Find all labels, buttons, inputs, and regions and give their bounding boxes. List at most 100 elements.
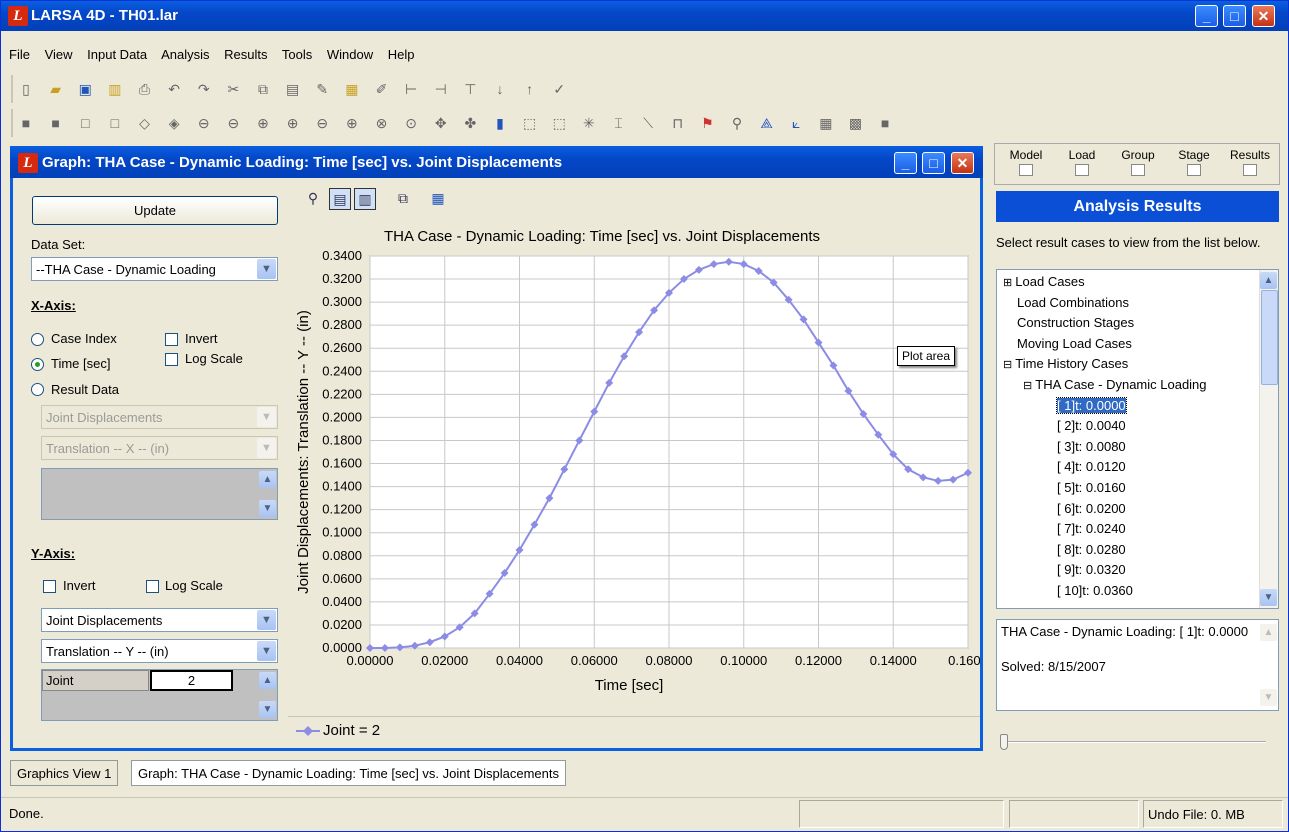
tree-item[interactable]: [ 2]t: 0.0040 (1057, 418, 1126, 433)
solid-view-2-icon[interactable]: ■ (46, 113, 66, 133)
expand-icon[interactable]: ⊞ (1003, 277, 1015, 289)
undo-icon[interactable]: ↶ (164, 79, 184, 99)
grid-icon[interactable]: ▦ (816, 113, 836, 133)
step-slider[interactable] (1004, 741, 1266, 743)
walk-icon[interactable]: ✤ (460, 113, 480, 133)
chevron-down-icon[interactable]: ▼ (257, 259, 276, 279)
tree-item[interactable]: ⊞ Load Cases (1003, 274, 1085, 289)
table-icon[interactable]: ▦ (427, 188, 449, 210)
tab-graphics-view[interactable]: Graphics View 1 (10, 760, 119, 786)
result-case-tree[interactable]: ▲ ▼ ⊞ Load Cases Load Combinations Constru… (996, 269, 1279, 609)
step-slider-thumb[interactable] (1000, 734, 1008, 750)
open-folder-icon[interactable]: ▰ (46, 79, 66, 99)
chart-2-icon[interactable]: ▥ (354, 188, 376, 210)
check-icon[interactable]: ✓ (549, 79, 569, 99)
scroll-down-icon[interactable]: ▼ (259, 500, 276, 517)
wire-view-2-icon[interactable]: □ (105, 113, 125, 133)
chart-area[interactable]: 0.00000 0.02000 0.04000 0.06000 0.08000 0.100… (288, 216, 988, 712)
zoom-prev-icon[interactable]: ⊗ (372, 113, 392, 133)
tree-item[interactable]: [ 10]t: 0.0360 (1057, 583, 1133, 598)
maximize-icon[interactable]: □ (1223, 5, 1246, 27)
scroll-down-icon[interactable]: ▼ (1260, 589, 1277, 606)
section-icon[interactable]: ⌶ (609, 113, 629, 133)
menu-help[interactable]: Help (388, 47, 415, 62)
menu-view[interactable]: View (45, 47, 73, 62)
grid-2-icon[interactable]: ▩ (846, 113, 866, 133)
zoom-in-icon[interactable]: ⊕ (283, 113, 303, 133)
scroll-thumb[interactable] (1261, 290, 1278, 385)
select-box-2-icon[interactable]: ⬚ (549, 113, 569, 133)
x-log-checkbox[interactable] (165, 353, 178, 366)
tree-item[interactable]: [ 1]t: 0.0000 (1056, 396, 1127, 414)
collapse-icon[interactable]: ⊟ (1023, 380, 1035, 392)
graph-maximize-icon[interactable]: □ (922, 152, 945, 174)
save-icon[interactable]: ▣ (75, 79, 95, 99)
tree-item[interactable]: [ 8]t: 0.0280 (1057, 542, 1126, 557)
dataset-select[interactable]: --THA Case - Dynamic Loading ▼ (31, 257, 278, 281)
select-box-icon[interactable]: ⬚ (520, 113, 540, 133)
select-node-icon[interactable]: ✳ (579, 113, 599, 133)
tab-graph-window[interactable]: Graph: THA Case - Dynamic Loading: Time … (131, 760, 566, 786)
x-case-index-radio[interactable] (31, 333, 44, 346)
select-icon[interactable]: ▮ (490, 113, 510, 133)
redo-icon[interactable]: ↷ (194, 79, 214, 99)
y-result-select[interactable]: Joint Displacements ▼ (41, 608, 278, 632)
graph-close-icon[interactable]: ✕ (951, 152, 974, 174)
support-icon[interactable]: ⚲ (727, 113, 747, 133)
minimize-icon[interactable]: _ (1195, 5, 1218, 27)
wire-view-icon[interactable]: □ (75, 113, 95, 133)
solid-view-icon[interactable]: ■ (16, 113, 36, 133)
rotate-icon[interactable]: ◇ (135, 113, 155, 133)
zoom-icon[interactable]: ⚲ (302, 188, 324, 210)
x-result-data-radio[interactable] (31, 383, 44, 396)
tree-item[interactable]: Construction Stages (1017, 315, 1134, 330)
copy-icon[interactable]: ⧉ (253, 79, 273, 99)
tree-item[interactable]: [ 6]t: 0.0200 (1057, 501, 1126, 516)
zoom-out-icon[interactable]: ⊖ (312, 113, 332, 133)
copy-icon[interactable]: ⧉ (392, 188, 414, 210)
new-file-icon[interactable]: ▯ (16, 79, 36, 99)
fill-icon[interactable]: ■ (875, 113, 895, 133)
tree-expand-icon[interactable]: ⊣ (431, 79, 451, 99)
collapse-icon[interactable]: ⊟ (1003, 359, 1015, 371)
update-button[interactable]: Update (32, 196, 278, 225)
menu-window[interactable]: Window (327, 47, 373, 62)
menu-results[interactable]: Results (224, 47, 267, 62)
menu-analysis[interactable]: Analysis (161, 47, 209, 62)
joint-value-field[interactable]: 2 (150, 670, 233, 691)
tree-item[interactable]: [ 7]t: 0.0240 (1057, 521, 1126, 536)
line-chart[interactable]: 0.00000 0.02000 0.04000 0.06000 0.08000 0.100… (288, 216, 988, 712)
scroll-down-icon[interactable]: ▼ (259, 701, 276, 718)
sort-desc-icon[interactable]: ↑ (520, 79, 540, 99)
cut-icon[interactable]: ✂ (223, 79, 243, 99)
tree-icon[interactable]: ⊢ (401, 79, 421, 99)
orbit-icon[interactable]: ⊖ (194, 113, 214, 133)
chart-icon[interactable]: ▤ (329, 188, 351, 210)
menu-file[interactable]: File (9, 47, 30, 62)
menu-input-data[interactable]: Input Data (87, 47, 147, 62)
tab-model[interactable]: Model (997, 148, 1055, 176)
tab-stage[interactable]: Stage (1165, 148, 1223, 176)
x-item-list[interactable]: ▲ ▼ (41, 468, 278, 520)
scroll-up-icon[interactable]: ▲ (259, 471, 276, 488)
tree-item[interactable]: [ 9]t: 0.0320 (1057, 562, 1126, 577)
y-component-select[interactable]: Translation -- Y -- (in) ▼ (41, 639, 278, 663)
x-time-radio[interactable] (31, 358, 44, 371)
tab-group[interactable]: Group (1109, 148, 1167, 176)
pencil-icon[interactable]: ✐ (372, 79, 392, 99)
axis-icon[interactable]: ⟁ (757, 113, 777, 133)
pan-icon[interactable]: ✥ (431, 113, 451, 133)
chevron-down-icon[interactable]: ▼ (257, 641, 276, 661)
tree-collapse-icon[interactable]: ⊤ (460, 79, 480, 99)
y-invert-checkbox[interactable] (43, 580, 56, 593)
spreadsheet-icon[interactable]: ▦ (342, 79, 362, 99)
scroll-up-icon[interactable]: ▲ (1260, 272, 1277, 289)
frame-icon[interactable]: ⊓ (668, 113, 688, 133)
graph-minimize-icon[interactable]: _ (894, 152, 917, 174)
tree-scrollbar[interactable]: ▲ ▼ (1259, 270, 1278, 608)
tree-item[interactable]: [ 5]t: 0.0160 (1057, 480, 1126, 495)
rotate-3d-icon[interactable]: ◈ (164, 113, 184, 133)
menu-tools[interactable]: Tools (282, 47, 312, 62)
orbit-2-icon[interactable]: ⊖ (223, 113, 243, 133)
zoom-icon[interactable]: ⊕ (253, 113, 273, 133)
